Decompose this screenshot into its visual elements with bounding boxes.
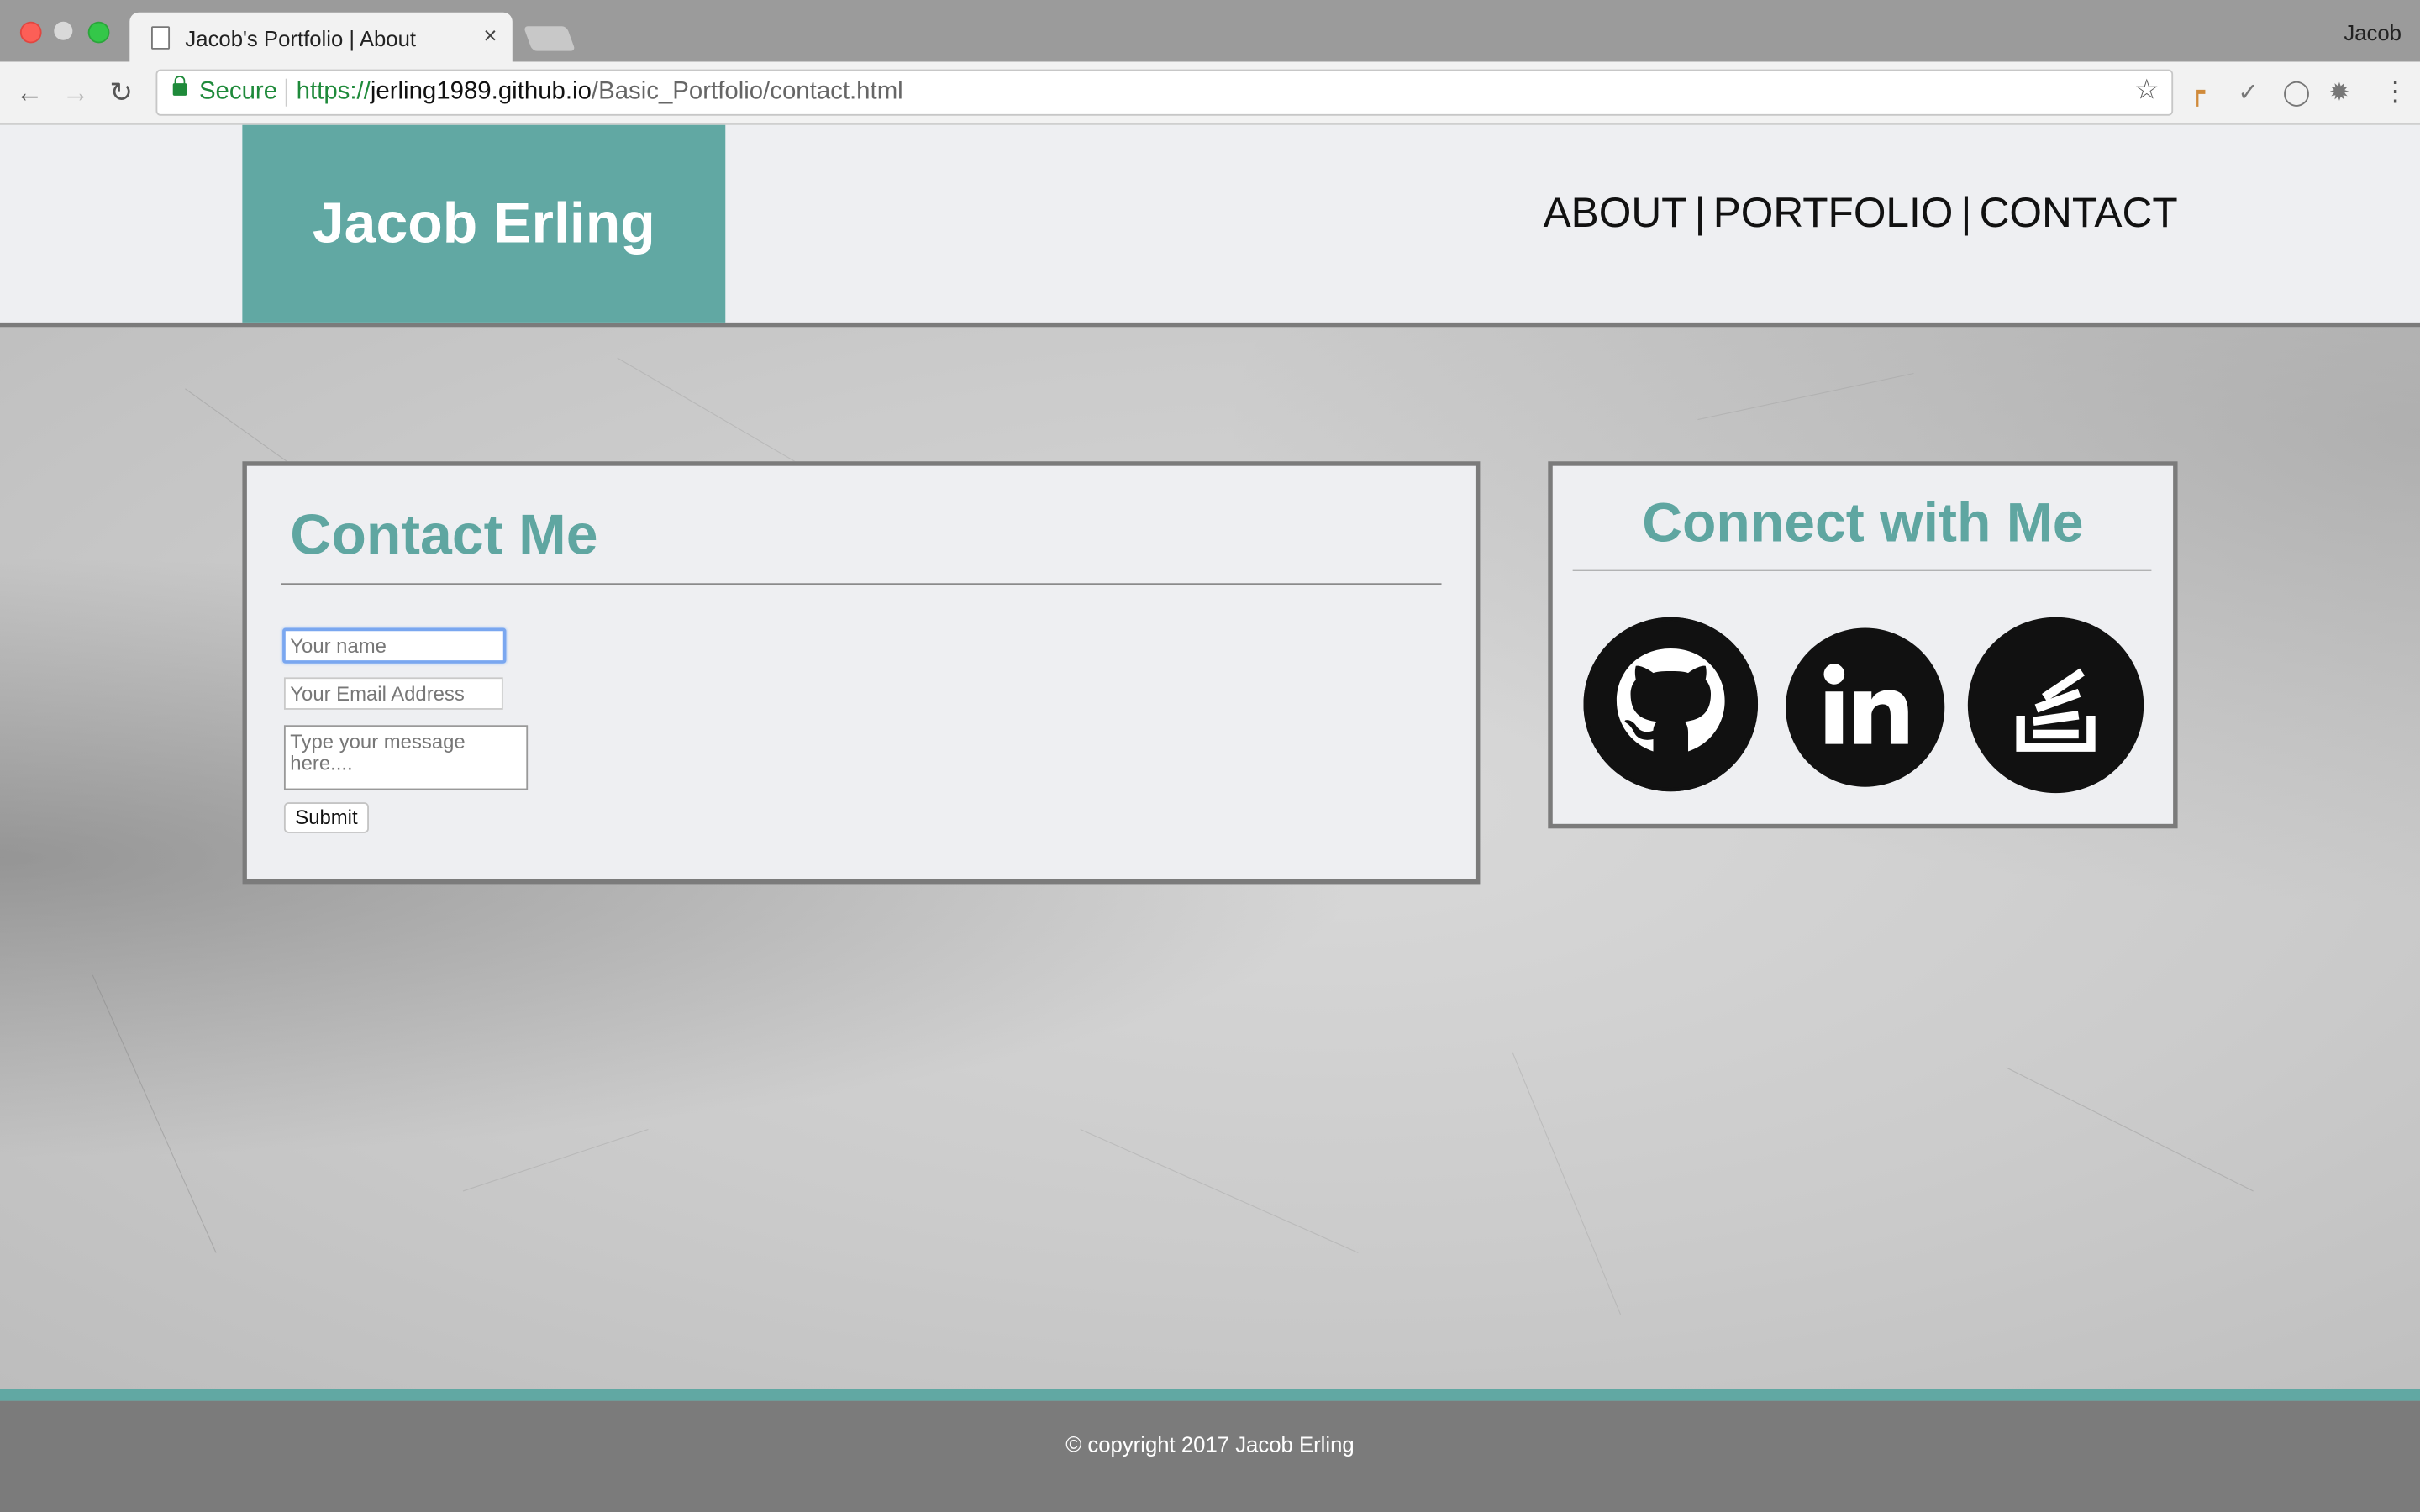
- connect-title: Connect with Me: [1642, 491, 2084, 554]
- contact-panel: Contact Me Your name Your Email Address …: [242, 461, 1481, 885]
- new-tab-button[interactable]: [523, 26, 576, 51]
- linkedin-icon[interactable]: [1786, 627, 1945, 787]
- message-textarea[interactable]: Type your message here....: [283, 725, 529, 790]
- back-icon[interactable]: ←: [15, 77, 43, 110]
- site-header: Jacob Erling ABOUT | PORTFOLIO | CONTACT: [0, 124, 2420, 328]
- nav-about-link[interactable]: ABOUT: [1544, 190, 1687, 236]
- connect-divider: [1572, 569, 2152, 571]
- browser-menu-icon[interactable]: ⋮: [2381, 76, 2409, 108]
- lock-icon: [172, 75, 187, 96]
- url-scheme: https://: [296, 78, 371, 105]
- nav-contact-link[interactable]: CONTACT: [1980, 190, 2178, 236]
- page-icon: [151, 26, 171, 50]
- reload-icon[interactable]: ↻: [109, 77, 133, 110]
- copyright-text: © copyright 2017 Jacob Erling: [1065, 1431, 1355, 1457]
- nav-divider: |: [1960, 189, 1972, 237]
- browser-toolbar: ← → ↻ Secure https://jerling1989.github.…: [0, 61, 2420, 125]
- footer-accent-line: [0, 1389, 2420, 1401]
- url-text[interactable]: https://jerling1989.github.io/Basic_Port…: [297, 79, 903, 107]
- contact-divider: [281, 583, 1442, 585]
- email-input[interactable]: Your Email Address: [283, 677, 503, 710]
- site-footer: © copyright 2017 Jacob Erling: [0, 1400, 2420, 1512]
- web-page: Jacob Erling ABOUT | PORTFOLIO | CONTACT Con…: [0, 124, 2420, 1512]
- secure-label: Secure: [198, 78, 278, 105]
- forward-icon[interactable]: →: [61, 77, 89, 110]
- extension-ruler-icon[interactable]: ┍: [2190, 77, 2205, 108]
- stackoverflow-icon[interactable]: [1967, 617, 2144, 794]
- address-bar[interactable]: Secure https://jerling1989.github.io/Bas…: [155, 69, 2174, 116]
- browser-tab-bar: Jacob's Portfolio | About × Jacob: [0, 0, 2420, 62]
- profile-name[interactable]: Jacob: [2344, 20, 2402, 45]
- top-nav: ABOUT | PORTFOLIO | CONTACT: [1544, 190, 2178, 238]
- connect-panel: Connect with Me: [1548, 461, 2178, 829]
- window-close-button[interactable]: [19, 21, 42, 44]
- browser-tab[interactable]: Jacob's Portfolio | About ×: [129, 12, 513, 62]
- textured-background: Contact Me Your name Your Email Address …: [0, 327, 2420, 1389]
- extension-react-icon[interactable]: ✹: [2329, 77, 2350, 108]
- tab-close-icon[interactable]: ×: [483, 24, 497, 50]
- brand-name: Jacob Erling: [312, 191, 655, 255]
- extension-code-icon[interactable]: ◯: [2283, 77, 2311, 108]
- bookmark-star-icon[interactable]: ☆: [2134, 74, 2160, 107]
- submit-button[interactable]: Submit: [283, 802, 369, 833]
- url-host: jerling1989.github.io: [370, 78, 592, 105]
- window-maximize-button[interactable]: [87, 21, 110, 44]
- url-path: /Basic_Portfolio/contact.html: [591, 78, 903, 105]
- address-divider: [285, 78, 287, 107]
- github-icon[interactable]: [1583, 617, 1759, 792]
- extension-eyedropper-icon[interactable]: ✓: [2238, 77, 2259, 108]
- tab-title: Jacob's Portfolio | About: [185, 26, 417, 51]
- window-minimize-button[interactable]: [54, 21, 73, 40]
- name-input[interactable]: Your name: [282, 627, 507, 664]
- nav-divider: |: [1694, 189, 1706, 237]
- brand-block[interactable]: Jacob Erling: [242, 124, 726, 323]
- contact-title: Contact Me: [290, 502, 598, 567]
- nav-portfolio-link[interactable]: PORTFOLIO: [1713, 190, 1954, 236]
